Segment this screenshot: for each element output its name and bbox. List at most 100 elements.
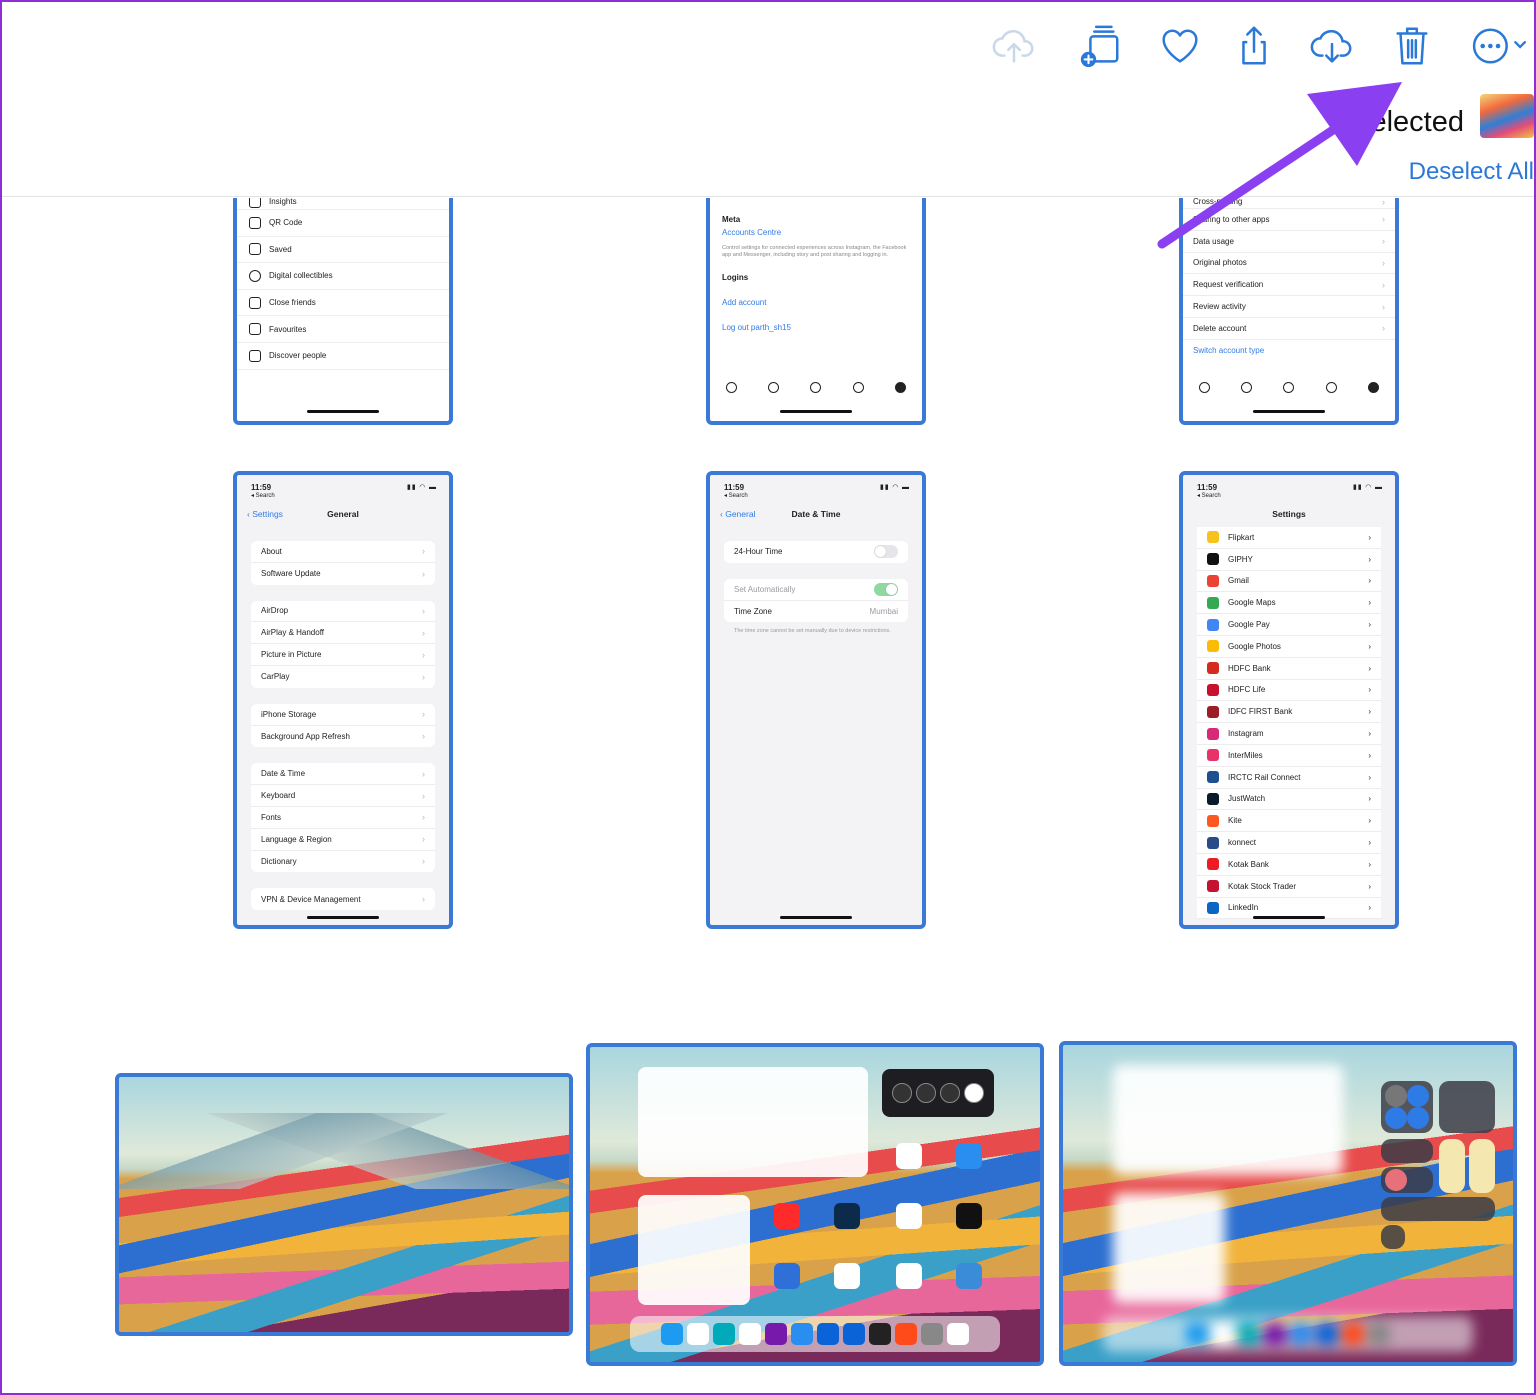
photo-thumbnail-instagram-settings[interactable]: Cross-posting › Sharing to other apps › Da… — [1179, 198, 1399, 425]
trash-icon — [1396, 27, 1428, 65]
app-name: Instagram — [1228, 729, 1264, 739]
app-name: Kotak Stock Trader — [1228, 881, 1297, 891]
remote-control-panel — [1381, 1225, 1405, 1249]
photo-thumbnail-ipad-home[interactable] — [586, 1043, 1044, 1366]
list-item: AirPlay & Handoff — [261, 628, 324, 638]
switch-account-link: Switch account type — [1193, 346, 1265, 356]
list-item: Fonts — [261, 812, 282, 822]
list-item: Cross-posting — [1193, 198, 1243, 206]
clock-icon — [964, 1083, 984, 1103]
selected-preview-thumbnail — [1480, 94, 1534, 138]
app-settings-row: konnect › — [1197, 832, 1381, 854]
world-clock-widget — [882, 1069, 994, 1117]
home-indicator — [780, 410, 852, 413]
chevron-right-icon: › — [1368, 685, 1371, 695]
photo-thumbnail-ipad-control-center[interactable] — [1059, 1041, 1517, 1366]
app-name: Gmail — [1228, 576, 1249, 586]
photo-thumbnail-instagram-menu[interactable]: Insights QR Code Saved Digital collectib… — [233, 198, 453, 425]
meta-description: Control settings for connected experienc… — [722, 245, 907, 259]
list-item: Close friends — [269, 298, 316, 308]
home-indicator — [1253, 916, 1325, 919]
list-item: Saved — [269, 244, 292, 254]
list-item: VPN & Device Management — [261, 894, 361, 904]
app-icon — [1207, 727, 1219, 740]
clock-icon — [940, 1083, 960, 1103]
twitter-app-icon — [661, 1323, 683, 1345]
list-item: Original photos — [1193, 258, 1247, 268]
reels-icon — [1283, 381, 1295, 393]
app-name: HDFC Life — [1228, 685, 1266, 695]
collectibles-icon — [249, 269, 261, 282]
favorite-button[interactable] — [1154, 22, 1206, 70]
list-item: Favourites — [269, 324, 307, 334]
add-to-album-button[interactable] — [1074, 22, 1126, 70]
app-icon — [1207, 683, 1219, 696]
app-icon — [1207, 858, 1219, 871]
app-name: Flipkart — [1228, 532, 1255, 542]
status-time: 11:59 — [1197, 483, 1218, 492]
about-row: About — [722, 198, 910, 207]
delete-button[interactable] — [1386, 22, 1438, 70]
deselect-all-button[interactable]: Deselect All — [1409, 158, 1534, 186]
instagram-tab-bar — [1183, 375, 1395, 399]
app-name: HDFC Bank — [1228, 663, 1271, 673]
list-item: AirDrop — [261, 606, 289, 616]
files-app-icon — [791, 1323, 813, 1345]
chevron-right-icon: › — [1368, 554, 1371, 564]
app-name: Kotak Bank — [1228, 859, 1269, 869]
chevron-right-icon: › — [1368, 641, 1371, 651]
app-name: Google Pay — [1228, 620, 1270, 630]
upload-cloud-button[interactable] — [988, 22, 1040, 70]
app-settings-row: Google Pay › — [1197, 614, 1381, 636]
meta-label: Meta — [722, 215, 741, 224]
tvos-app-icon — [895, 1323, 917, 1345]
photo-thumbnail-date-time[interactable]: 11:59 ◂ Search ▮▮ ◠ ▬ ‹ General Date & Time… — [706, 471, 926, 929]
time-zone-label: Time Zone — [734, 606, 772, 616]
app-icon — [1207, 814, 1219, 827]
list-item: Dictionary — [261, 856, 297, 866]
status-icons: ▮▮ ◠ ▬ — [880, 484, 910, 491]
more-button[interactable] — [1464, 22, 1534, 70]
back-button: ‹ General — [720, 509, 756, 519]
download-cloud-button[interactable] — [1306, 22, 1358, 70]
brightness-slider — [1439, 1139, 1465, 1193]
back-to-search: ◂ Search — [724, 493, 748, 499]
app-icon — [1207, 771, 1219, 784]
list-item: Delete account — [1193, 323, 1247, 333]
chevron-right-icon: › — [1368, 881, 1371, 891]
list-item: Request verification — [1193, 280, 1264, 290]
app-name: konnect — [1228, 838, 1257, 848]
focus-icon — [1385, 1169, 1407, 1191]
ipad-dock — [630, 1316, 1000, 1352]
photo-thumbnail-instagram-accounts[interactable]: About Meta Accounts Centre Control setti… — [706, 198, 926, 425]
photos-app-icon — [896, 1143, 922, 1169]
youtube-app-icon — [774, 1203, 800, 1229]
netflix-app-icon — [956, 1203, 982, 1229]
connectivity-panel — [1381, 1081, 1433, 1133]
app-name: LinkedIn — [1228, 903, 1259, 913]
home-icon — [1198, 381, 1210, 393]
chevron-right-icon: › — [1368, 816, 1371, 826]
status-icons: ▮▮ ◠ ▬ — [407, 484, 437, 491]
chevron-right-icon: › — [1368, 794, 1371, 804]
photo-thumbnail-general-settings[interactable]: 11:59 ◂ Search ▮▮ ◠ ▬ ‹ Settings General Ab… — [233, 471, 453, 929]
app-settings-row: Flipkart › — [1197, 527, 1381, 549]
download-cloud-icon — [1310, 29, 1352, 63]
share-button[interactable] — [1228, 22, 1280, 70]
bluetooth-icon — [1407, 1107, 1429, 1129]
app-settings-row: Kotak Bank › — [1197, 853, 1381, 876]
photo-thumbnail-settings-apps[interactable]: 11:59 ◂ Search ▮▮ ◠ ▬ Settings Flipkart › GI… — [1179, 471, 1399, 929]
selection-toolbar: elected Deselect All — [2, 2, 1534, 197]
list-item: Insights — [269, 198, 297, 206]
page-title: Date & Time — [791, 509, 841, 519]
photo-thumbnail-wallpaper[interactable] — [115, 1073, 573, 1336]
app-settings-row: Kotak Stock Trader › — [1197, 875, 1381, 898]
app-name: IRCTC Rail Connect — [1228, 772, 1301, 782]
app-settings-row: IDFC FIRST Bank › — [1197, 701, 1381, 724]
notes-widget — [638, 1067, 868, 1177]
list-item: Date & Time — [261, 769, 306, 779]
app-name: InterMiles — [1228, 750, 1263, 760]
chevron-right-icon: › — [1368, 620, 1371, 630]
app-settings-row: IRCTC Rail Connect › — [1197, 766, 1381, 789]
status-icons: ▮▮ ◠ ▬ — [1353, 484, 1383, 491]
